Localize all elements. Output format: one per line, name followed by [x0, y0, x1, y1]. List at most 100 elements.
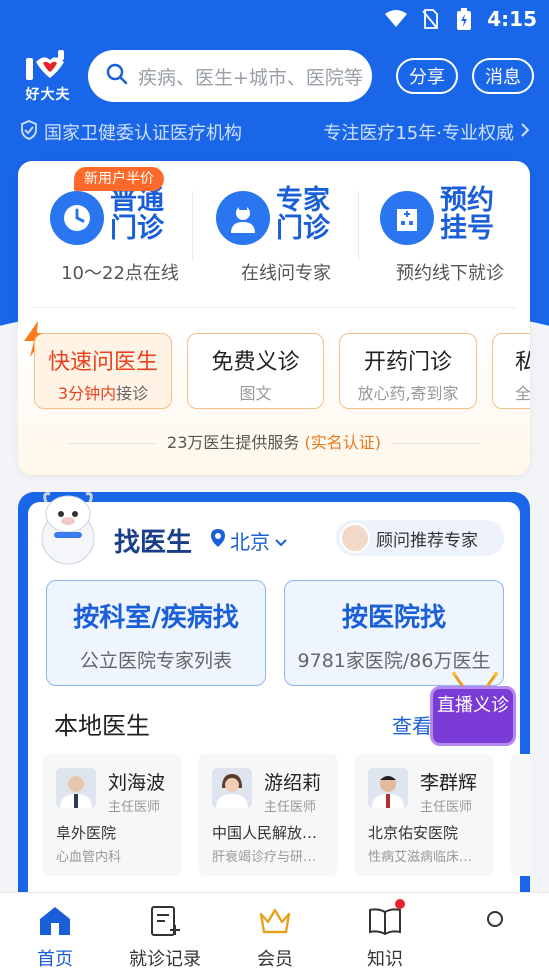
prescription-clinic-button[interactable]: 开药门诊 放心药,寄到家 [339, 333, 477, 409]
doctor-name: 游绍莉 [264, 772, 322, 794]
find-by-department-title: 按科室/疾病找 [73, 603, 239, 633]
quick-title: 私 [515, 350, 530, 375]
live-clinic-widget[interactable]: 直播义诊 [430, 672, 530, 752]
top-header: 好大夫 疾病、医生+城市、医院等 分享 消息 [0, 46, 549, 106]
about-link[interactable]: 专注医疗15年·专业权威 [323, 119, 530, 145]
doctor-avatar [368, 768, 408, 808]
quick-title: 快速问医生 [47, 350, 158, 375]
advisor-label: 顾问推荐专家 [376, 530, 478, 551]
city-selector[interactable]: 北京 [210, 526, 288, 555]
home-icon [37, 903, 73, 939]
doctor-department: 心血管内科 [56, 850, 122, 865]
find-by-hospital-title: 按医院找 [341, 603, 446, 633]
find-doctor-card: 找医生 北京 顾问推荐专家 按科室/疾病找 公立医院专家列表 按医院找 9781… [18, 492, 530, 912]
logo-text: 好大夫 [25, 87, 71, 103]
doctor-card[interactable]: 李群辉 主任医师 北京佑安医院 性病艾滋病临床… [354, 754, 494, 876]
certification-text: 国家卫健委认证医疗机构 [44, 123, 242, 144]
service-expert-clinic[interactable]: 专家门诊 在线问专家 [216, 187, 356, 287]
advisor-avatar [340, 523, 370, 553]
tab-label: 就诊记录 [129, 949, 201, 970]
divider [32, 307, 516, 308]
quick-ask-doctor-button[interactable]: 快速问医生 3分钟内接诊 [34, 333, 172, 409]
advisor-recommend-button[interactable]: 顾问推荐专家 [336, 520, 504, 556]
find-by-department-button[interactable]: 按科室/疾病找 公立医院专家列表 [46, 580, 266, 686]
quick-sub: 放心药,寄到家 [357, 384, 459, 403]
service-general-clinic[interactable]: 普通门诊 10～22点在线 [50, 187, 190, 287]
quick-sub-highlight: 3分钟内 [57, 384, 117, 403]
quick-sub: 3分钟内接诊 [35, 380, 171, 404]
service-sub: 在线问专家 [241, 263, 331, 284]
bottom-tab-bar: 首页 就诊记录 会员 知识 [0, 892, 549, 976]
no-sim-icon [419, 8, 441, 30]
verified-label[interactable]: (实名认证) [304, 433, 381, 452]
hospital-building-icon [380, 191, 434, 245]
tab-label: 首页 [37, 949, 73, 970]
quick-sub: 全 [515, 384, 530, 403]
tab-knowledge[interactable]: 知识 [330, 899, 440, 971]
doctor-count-text: 23万医生提供服务 [167, 433, 300, 452]
doctor-count-note: 23万医生提供服务 (实名认证) [18, 429, 530, 453]
find-by-hospital-sub: 9781家医院/86万医生 [297, 650, 491, 672]
location-pin-icon [210, 528, 226, 553]
doctor-department: 肝衰竭诊疗与研… [212, 850, 317, 865]
quick-sub: 图文 [239, 384, 272, 403]
tab-label: 会员 [257, 949, 293, 970]
share-button[interactable]: 分享 [396, 58, 458, 94]
free-clinic-button[interactable]: 免费义诊 图文 [187, 333, 324, 409]
doctor-card[interactable]: 游绍莉 主任医师 中国人民解放… 肝衰竭诊疗与研… [198, 754, 338, 876]
chevron-down-icon [274, 529, 288, 553]
search-icon [106, 63, 128, 89]
find-by-hospital-button[interactable]: 按医院找 9781家医院/86万医生 [284, 580, 504, 686]
crown-icon [257, 903, 293, 939]
service-appointment[interactable]: 预约挂号 预约线下就诊 [380, 187, 520, 287]
clock: 4:15 [487, 7, 537, 31]
notification-dot [395, 899, 405, 909]
service-sub: 10～22点在线 [61, 263, 179, 284]
tab-member[interactable]: 会员 [220, 903, 330, 971]
search-input[interactable]: 疾病、医生+城市、医院等 [88, 50, 372, 102]
clock-hand-icon [50, 191, 104, 245]
shield-check-icon [20, 119, 38, 145]
local-doctors-title: 本地医生 [54, 712, 150, 740]
book-icon [367, 899, 405, 939]
doctor-name: 李群辉 [420, 772, 478, 794]
services-card: 普通门诊 10～22点在线 新用户半价 专家门诊 在线问专家 预约挂号 预约线下… [18, 161, 530, 475]
service-name: 普通门诊 [110, 185, 164, 244]
quick-title: 免费义诊 [211, 350, 300, 375]
status-bar: 4:15 [0, 0, 549, 38]
private-doctor-button[interactable]: 私 全 [492, 333, 530, 409]
profile-icon [477, 903, 513, 939]
doctor-avatar [212, 768, 252, 808]
search-placeholder: 疾病、医生+城市、医院等 [138, 66, 363, 89]
find-by-department-sub: 公立医院专家列表 [79, 650, 232, 672]
doctor-department: 性病艾滋病临床… [368, 850, 473, 865]
view-more-link[interactable]: 查看 [392, 710, 432, 739]
tab-label: 知识 [367, 949, 403, 970]
new-user-badge: 新用户半价 [74, 167, 164, 191]
doctor-title: 主任医师 [108, 800, 161, 815]
logo-mark-icon [24, 48, 72, 82]
doctor-hospital: 中国人民解放… [212, 824, 318, 842]
doctor-title: 主任医师 [264, 800, 317, 815]
doctor-title: 主任医师 [420, 800, 473, 815]
chevron-right-icon [520, 122, 530, 143]
wifi-icon [385, 8, 408, 30]
divider [358, 191, 359, 261]
tab-records[interactable]: 就诊记录 [110, 903, 220, 971]
doctor-card[interactable]: 刘海波 主任医师 阜外医院 心血管内科 [42, 754, 182, 876]
doctor-avatar [56, 768, 96, 808]
tab-profile[interactable] [440, 903, 549, 945]
record-icon [147, 903, 183, 939]
tab-home[interactable]: 首页 [0, 903, 110, 971]
message-button[interactable]: 消息 [472, 58, 534, 94]
service-name: 专家门诊 [276, 185, 330, 244]
app-logo[interactable]: 好大夫 [22, 48, 74, 104]
doctor-name: 刘海波 [108, 772, 166, 794]
mascot-image [28, 488, 108, 568]
divider [192, 191, 193, 261]
live-clinic-label: 直播义诊 [430, 686, 516, 746]
quick-sub-text: 接诊 [116, 384, 149, 403]
certification-bar: 国家卫健委认证医疗机构 专注医疗15年·专业权威 [20, 118, 530, 146]
doctor-hospital: 阜外医院 [56, 824, 117, 842]
doctor-card-partial[interactable] [510, 754, 530, 876]
